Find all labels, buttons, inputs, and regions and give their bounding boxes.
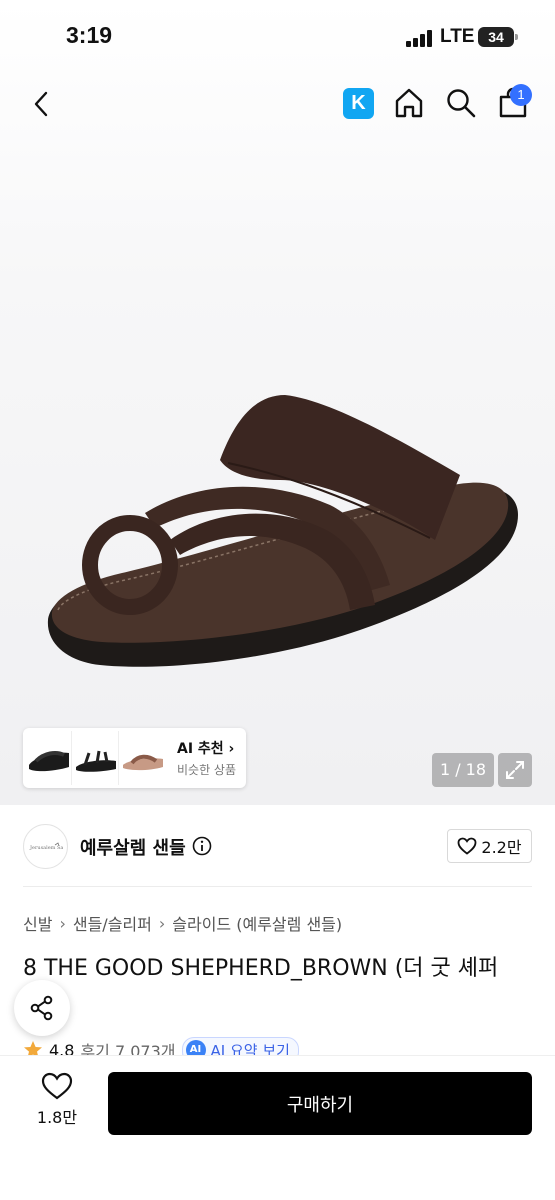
product-image[interactable] <box>30 380 530 680</box>
chevron-right-icon: › <box>59 913 66 933</box>
network-label: LTE <box>440 26 475 47</box>
k-label: K <box>351 92 366 114</box>
cart-badge: 1 <box>510 84 532 106</box>
breadcrumb-item[interactable]: 샌들/슬리퍼 <box>73 911 152 935</box>
breadcrumb: 신발 › 샌들/슬리퍼 › 슬라이드 (예루살렘 샌들) <box>23 911 342 935</box>
wishlist-button[interactable]: 1.8만 <box>22 1072 92 1134</box>
status-time: 3:19 <box>66 22 113 48</box>
ai-recommend-title: AI 추천 › <box>177 741 235 757</box>
chevron-left-icon <box>34 91 48 117</box>
k-button[interactable]: K <box>343 88 374 119</box>
buy-button[interactable]: 구매하기 <box>108 1072 532 1135</box>
ai-recommend-subtitle: 비슷한 상품 <box>177 763 237 777</box>
status-bar: 3:19 LTE 34 <box>0 0 555 72</box>
brand-name[interactable]: 예루살렘 샌들 <box>80 834 186 860</box>
wish-count: 1.8만 <box>36 1108 78 1127</box>
signal-icon <box>406 30 436 47</box>
brand-like-button[interactable]: 2.2만 <box>447 829 532 863</box>
expand-icon <box>506 761 524 779</box>
recommended-thumbnail[interactable] <box>120 731 166 785</box>
svg-text:Jerusalem Sandals: Jerusalem Sandals <box>29 845 63 851</box>
ai-recommendation-card[interactable]: AI 추천 › 비슷한 상품 <box>23 728 246 788</box>
heart-icon <box>458 837 477 855</box>
back-button[interactable] <box>24 86 58 122</box>
breadcrumb-item[interactable]: 슬라이드 (예루살렘 샌들) <box>172 911 342 935</box>
expand-button[interactable] <box>498 753 532 787</box>
chevron-right-icon: › <box>158 913 166 933</box>
image-counter: 1 / 18 <box>432 753 494 787</box>
search-button[interactable] <box>444 86 478 120</box>
brand-like-count: 2.2만 <box>481 838 522 857</box>
battery-icon: 34 <box>478 27 518 47</box>
info-icon[interactable] <box>192 836 212 856</box>
search-icon <box>447 89 476 118</box>
heart-icon <box>41 1072 73 1100</box>
share-icon <box>30 995 53 1021</box>
share-button[interactable] <box>14 980 70 1036</box>
brand-logo[interactable]: Jerusalem Sandals <box>23 824 68 869</box>
recommended-thumbnail[interactable] <box>26 731 72 785</box>
recommended-thumbnail[interactable] <box>73 731 119 785</box>
breadcrumb-item[interactable]: 신발 <box>23 911 52 935</box>
home-icon <box>395 88 423 118</box>
product-title: 8 THE GOOD SHEPHERD_BROWN (더 굿 셰퍼 <box>23 956 499 981</box>
divider <box>23 886 532 887</box>
home-button[interactable] <box>392 86 426 120</box>
